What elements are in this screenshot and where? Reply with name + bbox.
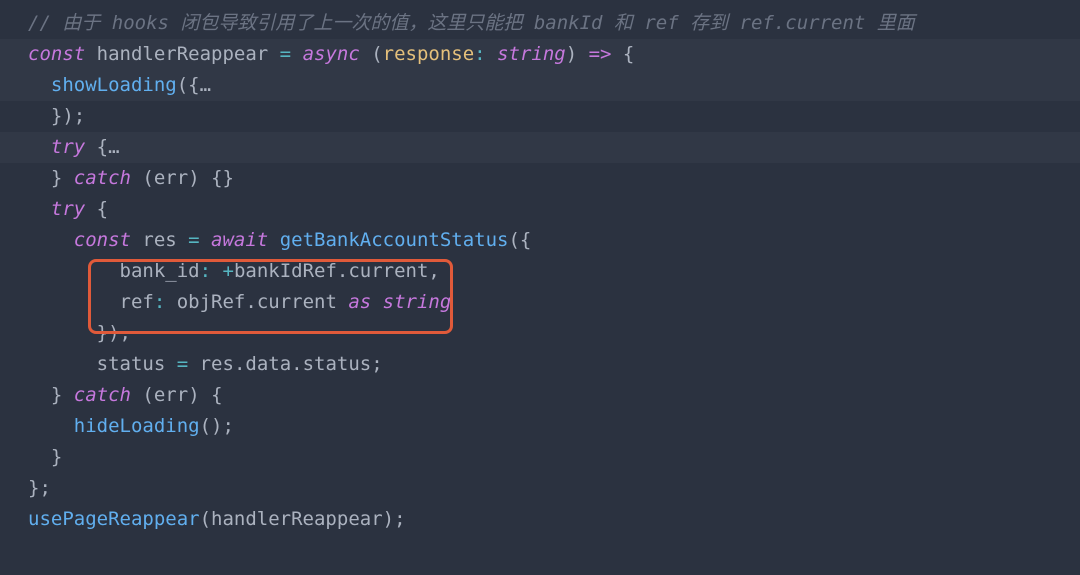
identifier: objRef: [177, 291, 246, 313]
code-line-highlighted: ref: objRef.current as string: [0, 287, 1080, 318]
colon: :: [474, 43, 497, 65]
fn-call: getBankAccountStatus: [280, 229, 509, 251]
keyword-as: as: [337, 291, 383, 313]
identifier: status: [28, 353, 177, 375]
operator: =: [177, 353, 188, 375]
brace: }: [28, 446, 62, 468]
brace: ({: [508, 229, 531, 251]
prop: current: [348, 260, 428, 282]
dot: .: [234, 353, 245, 375]
code-line-highlighted: bank_id: +bankIdRef.current,: [0, 256, 1080, 287]
paren: (: [371, 43, 382, 65]
colon: :: [154, 291, 177, 313]
prop: data: [245, 353, 291, 375]
prop: status: [303, 353, 372, 375]
paren: ) {: [188, 384, 222, 406]
identifier: err: [154, 384, 188, 406]
identifier: bankIdRef: [234, 260, 337, 282]
prop-key: bank_id: [28, 260, 200, 282]
fn-call: showLoading: [28, 74, 177, 96]
code-line: } catch (err) {: [0, 380, 1080, 411]
keyword-async: async: [291, 43, 371, 65]
identifier: res: [188, 353, 234, 375]
brace: }),: [28, 322, 131, 344]
colon: :: [200, 260, 223, 282]
code-line: const handlerReappear = async (response:…: [0, 39, 1080, 70]
code-line: try {…: [0, 132, 1080, 163]
identifier: handlerReappear: [85, 43, 279, 65]
prop: current: [257, 291, 337, 313]
brace: };: [28, 477, 51, 499]
comma: ,: [428, 260, 439, 282]
operator: =: [188, 229, 199, 251]
paren: (: [200, 508, 211, 530]
dot: .: [245, 291, 256, 313]
arrow: =>: [589, 43, 612, 65]
ellipsis: …: [108, 136, 119, 158]
code-line: usePageReappear(handlerReappear);: [0, 504, 1080, 535]
code-line: hideLoading();: [0, 411, 1080, 442]
prop-key: ref: [28, 291, 154, 313]
keyword-try: try: [28, 136, 97, 158]
fn-call: hideLoading: [28, 415, 200, 437]
code-line: };: [0, 473, 1080, 504]
paren: ) {}: [188, 167, 234, 189]
brace: });: [28, 105, 85, 127]
code-line-comment: // 由于 hooks 闭包导致引用了上一次的值，这里只能把 bankId 和 …: [0, 8, 1080, 39]
keyword-catch: catch: [74, 167, 131, 189]
keyword-const: const: [28, 43, 85, 65]
identifier: handlerReappear: [211, 508, 383, 530]
ellipsis: …: [200, 74, 211, 96]
identifier: err: [154, 167, 188, 189]
operator: =: [280, 43, 291, 65]
brace: {: [97, 136, 108, 158]
brace: ({: [177, 74, 200, 96]
brace: }: [28, 384, 74, 406]
fn-call: usePageReappear: [28, 508, 200, 530]
paren: (: [131, 167, 154, 189]
code-line: showLoading({…: [0, 70, 1080, 101]
code-line: });: [0, 101, 1080, 132]
keyword-await: await: [200, 229, 280, 251]
dot: .: [337, 260, 348, 282]
code-line: }),: [0, 318, 1080, 349]
dot: .: [291, 353, 302, 375]
code-line: }: [0, 442, 1080, 473]
type: string: [497, 43, 566, 65]
paren: );: [383, 508, 406, 530]
code-line: status = res.data.status;: [0, 349, 1080, 380]
comment-text: // 由于 hooks 闭包导致引用了上一次的值，这里只能把 bankId 和 …: [28, 12, 915, 34]
code-line: try {: [0, 194, 1080, 225]
keyword-try: try: [28, 198, 97, 220]
code-line: const res = await getBankAccountStatus({: [0, 225, 1080, 256]
brace: {: [97, 198, 108, 220]
type: string: [383, 291, 452, 313]
brace: {: [611, 43, 634, 65]
param: response: [383, 43, 475, 65]
semicolon: ;: [371, 353, 382, 375]
keyword-const: const: [28, 229, 131, 251]
paren: ): [566, 43, 589, 65]
code-block: // 由于 hooks 闭包导致引用了上一次的值，这里只能把 bankId 和 …: [0, 0, 1080, 543]
keyword-catch: catch: [74, 384, 131, 406]
code-line: } catch (err) {}: [0, 163, 1080, 194]
paren: ();: [200, 415, 234, 437]
identifier: res: [131, 229, 188, 251]
operator: +: [222, 260, 233, 282]
paren: (: [131, 384, 154, 406]
brace: }: [28, 167, 74, 189]
